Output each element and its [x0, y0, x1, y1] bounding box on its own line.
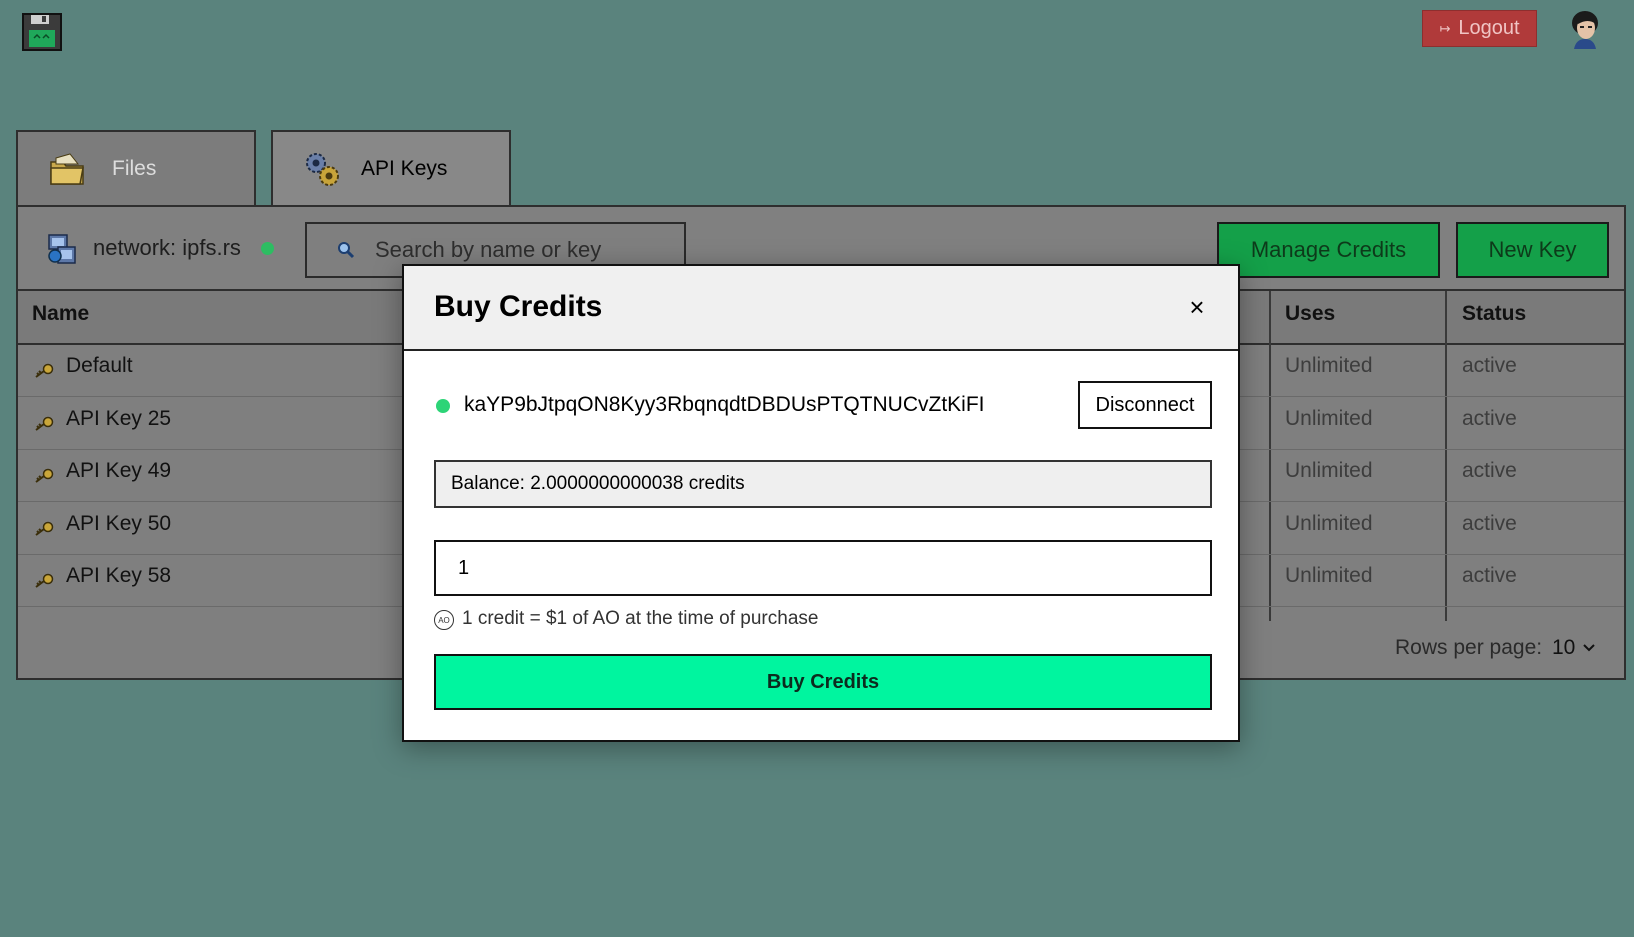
- rows-per-page-label: Rows per page:: [1395, 636, 1543, 659]
- row-status: active: [1462, 459, 1517, 482]
- credit-amount-input[interactable]: [434, 540, 1212, 596]
- wallet-address: kaYP9bJtpqON8Kyy3RbqnqdtDBDUsPTQTNUCvZtK…: [464, 393, 985, 416]
- avatar[interactable]: [1568, 9, 1602, 49]
- tab-api-keys[interactable]: API Keys: [271, 130, 511, 206]
- row-name: API Key 50: [66, 512, 172, 535]
- tab-api-keys-label: API Keys: [361, 157, 448, 180]
- column-header-status[interactable]: Status: [1462, 302, 1526, 326]
- folder-icon: [50, 153, 84, 185]
- network-status-dot: [261, 242, 274, 255]
- wallet-status-dot: [436, 399, 450, 413]
- rows-per-page-value: 10: [1552, 636, 1576, 659]
- row-uses: Unlimited: [1285, 407, 1373, 430]
- row-uses: Unlimited: [1285, 564, 1373, 587]
- key-icon: [35, 468, 54, 483]
- rows-per-page-select[interactable]: 10: [1552, 636, 1596, 660]
- logout-label: Logout: [1458, 17, 1520, 39]
- rate-note: 1 credit = $1 of AO at the time of purch…: [462, 608, 819, 629]
- key-icon: [35, 416, 54, 431]
- row-status: active: [1462, 512, 1517, 535]
- column-header-uses[interactable]: Uses: [1285, 302, 1335, 326]
- tab-files[interactable]: Files: [16, 130, 256, 206]
- column-header-name[interactable]: Name: [32, 302, 89, 326]
- search-icon: [338, 242, 355, 259]
- key-icon: [35, 363, 54, 378]
- row-name: API Key 25: [66, 407, 172, 430]
- chevron-down-icon: [1583, 644, 1596, 652]
- balance-display: Balance: 2.0000000000038 credits: [434, 460, 1212, 508]
- key-icon: [35, 521, 54, 536]
- disconnect-button[interactable]: Disconnect: [1078, 381, 1212, 429]
- modal-title: Buy Credits: [434, 290, 603, 323]
- tab-files-label: Files: [112, 157, 157, 180]
- logout-icon: ↦: [1439, 20, 1451, 36]
- gears-icon: [306, 153, 339, 186]
- row-name: API Key 58: [66, 564, 172, 587]
- row-status: active: [1462, 407, 1517, 430]
- row-name: API Key 49: [66, 459, 172, 482]
- row-uses: Unlimited: [1285, 459, 1373, 482]
- row-status: active: [1462, 564, 1517, 587]
- close-icon[interactable]: ×: [1182, 292, 1212, 322]
- row-uses: Unlimited: [1285, 354, 1373, 377]
- ao-token-icon: AO: [434, 610, 454, 630]
- floppy-disk-icon: [22, 13, 62, 51]
- manage-credits-button[interactable]: Manage Credits: [1217, 222, 1440, 278]
- modal-header: Buy Credits ×: [404, 266, 1238, 351]
- row-uses: Unlimited: [1285, 512, 1373, 535]
- row-name: Default: [66, 354, 133, 377]
- network-icon: [48, 234, 76, 264]
- network-label: network: ipfs.rs: [93, 235, 241, 260]
- new-key-button[interactable]: New Key: [1456, 222, 1609, 278]
- logout-button[interactable]: ↦ Logout: [1422, 10, 1537, 47]
- buy-credits-modal: Buy Credits × kaYP9bJtpqON8Kyy3RbqnqdtDB…: [402, 264, 1240, 742]
- search-input[interactable]: [375, 237, 675, 263]
- key-icon: [35, 573, 54, 588]
- row-status: active: [1462, 354, 1517, 377]
- buy-credits-button[interactable]: Buy Credits: [434, 654, 1212, 710]
